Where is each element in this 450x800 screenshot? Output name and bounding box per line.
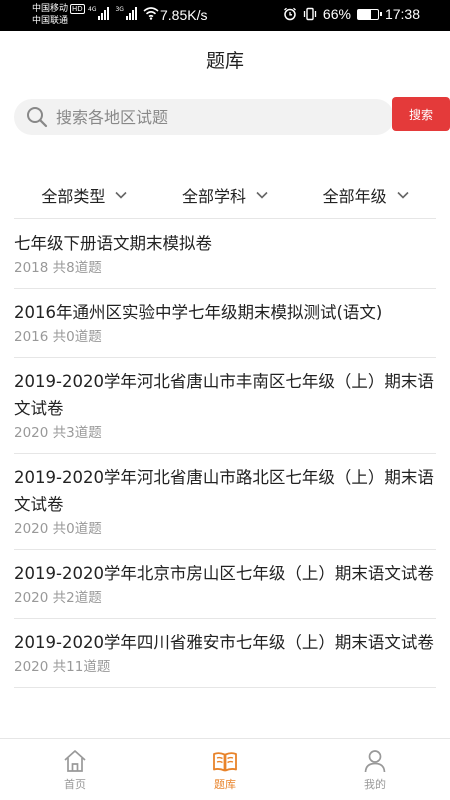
paper-title: 七年级下册语文期末模拟卷 bbox=[14, 234, 212, 253]
search-bar: 搜索 bbox=[14, 97, 450, 137]
paper-list: 七年级下册语文期末模拟卷 2018 共8道题 2016年通州区实验中学七年级期末… bbox=[14, 220, 436, 738]
paper-title: 2019-2020学年河北省唐山市丰南区七年级（上）期末语文试卷 bbox=[14, 372, 434, 418]
paper-meta: 2020 共2道题 bbox=[14, 590, 102, 606]
list-item[interactable]: 2019-2020学年四川省雅安市七年级（上）期末语文试卷 2020 共11道题 bbox=[14, 619, 436, 688]
paper-title: 2019-2020学年四川省雅安市七年级（上）期末语文试卷 bbox=[14, 633, 434, 652]
filter-subject[interactable]: 全部学科 bbox=[155, 171, 296, 218]
home-icon bbox=[64, 750, 86, 772]
filter-grade[interactable]: 全部年级 bbox=[295, 171, 436, 218]
paper-meta: 2020 共11道题 bbox=[14, 659, 111, 675]
vibrate-icon bbox=[303, 7, 317, 21]
tab-home[interactable]: 首页 bbox=[0, 739, 150, 800]
paper-meta: 2020 共0道题 bbox=[14, 521, 102, 537]
network-type-2: 3G bbox=[115, 6, 124, 13]
carrier-1: 中国移动 bbox=[32, 4, 69, 14]
tab-home-label: 首页 bbox=[64, 778, 86, 791]
battery-percent: 66% bbox=[322, 6, 351, 22]
page-header: 题库 bbox=[0, 31, 450, 87]
battery-fill bbox=[357, 9, 372, 19]
status-bar: 中国移动 HD 中国联通 4G 3G 7.85K/s 66% 17:38 bbox=[0, 0, 450, 31]
filter-bar: 全部类型 全部学科 全部年级 bbox=[14, 171, 436, 219]
book-icon bbox=[213, 752, 237, 772]
carrier-2: 中国联通 bbox=[32, 16, 69, 26]
tab-mine[interactable]: 我的 bbox=[300, 739, 450, 800]
list-item[interactable]: 2019-2020学年河北省唐山市丰南区七年级（上）期末语文试卷 2020 共3… bbox=[14, 358, 436, 454]
user-icon bbox=[364, 750, 386, 773]
page-title: 题库 bbox=[205, 49, 244, 72]
search-input[interactable] bbox=[56, 107, 356, 127]
search-button[interactable]: 搜索 bbox=[392, 97, 450, 131]
paper-title: 2019-2020学年河北省唐山市路北区七年级（上）期末语文试卷 bbox=[14, 468, 434, 514]
filter-type-label: 全部类型 bbox=[41, 186, 106, 206]
list-item[interactable]: 2019-2020学年河北省唐山市路北区七年级（上）期末语文试卷 2020 共0… bbox=[14, 454, 436, 550]
tab-mine-label: 我的 bbox=[364, 778, 386, 791]
paper-title: 2019-2020学年北京市房山区七年级（上）期末语文试卷 bbox=[14, 564, 434, 583]
tab-question-bank[interactable]: 题库 bbox=[150, 739, 300, 800]
hd-badge: HD bbox=[70, 4, 85, 14]
search-box[interactable] bbox=[14, 99, 394, 135]
paper-meta: 2020 共3道题 bbox=[14, 425, 102, 441]
list-item[interactable]: 七年级下册语文期末模拟卷 2018 共8道题 bbox=[14, 220, 436, 289]
network-speed: 7.85K/s bbox=[160, 7, 208, 23]
network-type-1: 4G bbox=[88, 6, 97, 13]
alarm-icon bbox=[283, 7, 296, 21]
signal-indicators: 4G 3G bbox=[88, 6, 159, 20]
chevron-down-icon bbox=[115, 191, 127, 199]
chevron-down-icon bbox=[397, 191, 409, 199]
paper-title: 2016年通州区实验中学七年级期末模拟测试(语文) bbox=[14, 303, 383, 322]
signal-1-icon: 4G bbox=[88, 6, 110, 20]
bottom-tab-bar: 首页 题库 我的 bbox=[0, 738, 450, 800]
signal-2-icon: 3G bbox=[115, 6, 137, 20]
battery-icon bbox=[356, 8, 382, 20]
paper-meta: 2016 共0道题 bbox=[14, 329, 102, 345]
paper-meta: 2018 共8道题 bbox=[14, 260, 102, 276]
filter-type[interactable]: 全部类型 bbox=[14, 171, 155, 218]
filter-subject-label: 全部学科 bbox=[182, 186, 247, 206]
list-item[interactable]: 2016年通州区实验中学七年级期末模拟测试(语文) 2016 共0道题 bbox=[14, 289, 436, 358]
tab-question-bank-label: 题库 bbox=[214, 778, 236, 791]
list-item[interactable]: 2019-2020学年北京市房山区七年级（上）期末语文试卷 2020 共2道题 bbox=[14, 550, 436, 619]
filter-grade-label: 全部年级 bbox=[322, 186, 387, 206]
carrier-info: 中国移动 HD 中国联通 bbox=[32, 3, 85, 27]
clock: 17:38 bbox=[384, 6, 420, 22]
status-right: 66% 17:38 bbox=[283, 6, 420, 22]
wifi-icon bbox=[143, 7, 159, 20]
chevron-down-icon bbox=[256, 191, 268, 199]
search-icon bbox=[27, 107, 48, 128]
